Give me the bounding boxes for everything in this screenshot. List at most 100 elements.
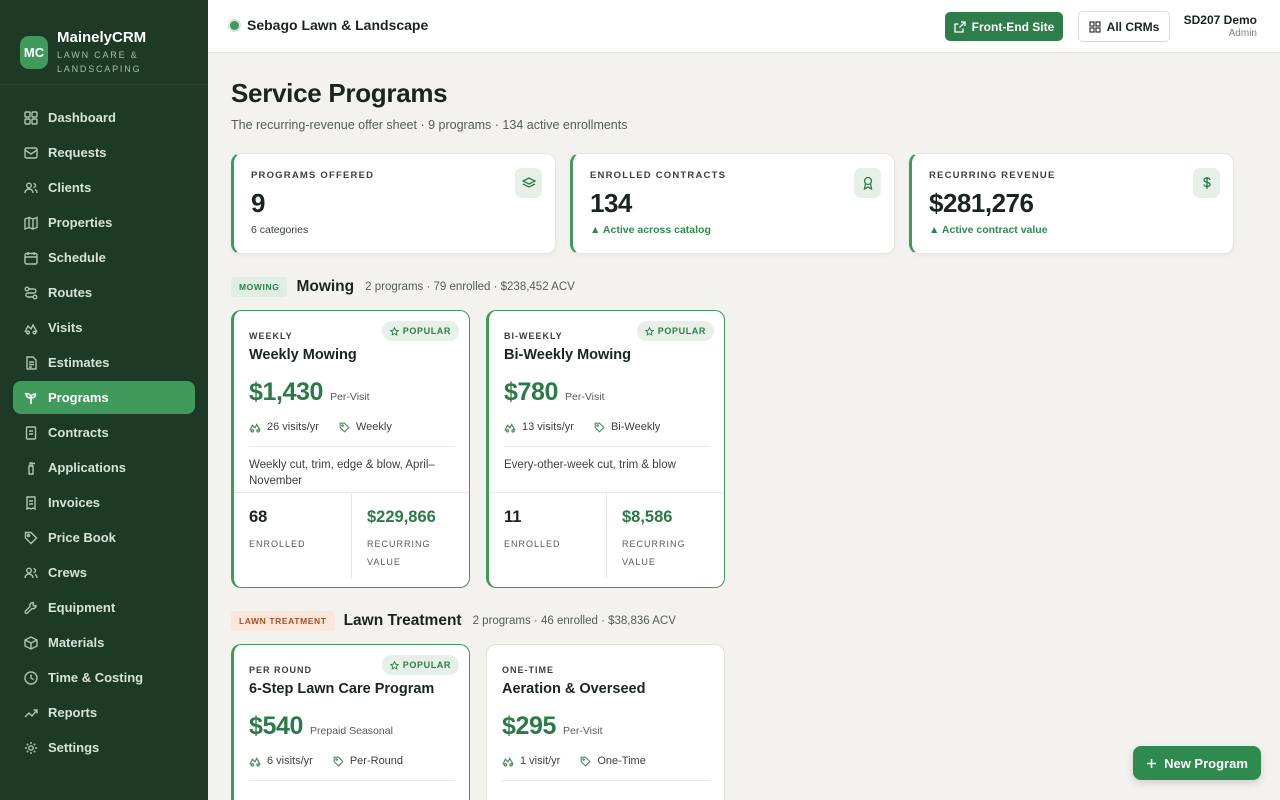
sidebar-item-schedule[interactable]: Schedule (13, 241, 195, 274)
sidebar-item-visits[interactable]: Visits (13, 311, 195, 344)
popular-badge: POPULAR (636, 321, 714, 341)
truck-icon (23, 320, 39, 336)
brand[interactable]: MC MainelyCRM LAWN CARE & LANDSCAPING (0, 0, 208, 85)
page-header: Service Programs The recurring-revenue o… (231, 78, 627, 132)
card-price-unit: Per-Visit (330, 391, 370, 403)
sidebar-item-dashboard[interactable]: Dashboard (13, 101, 195, 134)
new-program-button[interactable]: New Program (1133, 746, 1261, 780)
clock-icon (23, 670, 39, 686)
tag-icon (594, 422, 605, 433)
topbar: Sebago Lawn & Landscape Front-End Site A… (208, 0, 1280, 53)
sidebar-item-crews[interactable]: Crews (13, 556, 195, 589)
section-header-lawn-treatment: LAWN TREATMENT Lawn Treatment 2 programs… (231, 611, 676, 631)
sidebar-item-equipment[interactable]: Equipment (13, 591, 195, 624)
sidebar-item-estimates[interactable]: Estimates (13, 346, 195, 379)
recurring-value-label: RECURRING VALUE (622, 539, 686, 567)
enrolled-count: 68 (249, 508, 268, 526)
stat-note: ▲ Active contract value (929, 224, 1048, 236)
frequency-meta: One-Time (580, 755, 646, 767)
plus-icon (1147, 758, 1157, 768)
sidebar-item-properties[interactable]: Properties (13, 206, 195, 239)
sprayer-icon (23, 460, 39, 476)
category-tag: LAWN TREATMENT (231, 611, 335, 631)
card-price: $1,430 (249, 378, 324, 406)
program-card-6-step-lawn-care[interactable]: POPULAR PER ROUND 6-Step Lawn Care Progr… (231, 644, 470, 800)
recurring-value: $8,586 (622, 508, 673, 526)
tag-icon (23, 530, 39, 546)
stat-label: ENROLLED CONTRACTS (590, 170, 727, 181)
section-meta: 2 programs · 46 enrolled · $38,836 ACV (472, 615, 676, 627)
sidebar-item-label: Routes (48, 285, 93, 300)
sidebar-item-price-book[interactable]: Price Book (13, 521, 195, 554)
sidebar-item-invoices[interactable]: Invoices (13, 486, 195, 519)
sidebar-item-programs[interactable]: Programs (13, 381, 195, 414)
map-icon (23, 215, 39, 231)
sidebar-item-label: Crews (48, 565, 88, 580)
all-crms-button[interactable]: All CRMs (1078, 11, 1170, 42)
stat-value: 134 (590, 188, 632, 218)
sidebar-item-clients[interactable]: Clients (13, 171, 195, 204)
popular-badge: POPULAR (381, 321, 459, 341)
card-title: Bi-Weekly Mowing (504, 347, 632, 363)
sidebar-item-label: Invoices (48, 495, 101, 510)
document-icon (23, 355, 39, 371)
front-end-site-button[interactable]: Front-End Site (945, 12, 1063, 41)
sidebar-item-applications[interactable]: Applications (13, 451, 195, 484)
frequency-meta: Bi-Weekly (594, 421, 660, 433)
recurring-value: $229,866 (367, 508, 436, 526)
recurring-value-label: RECURRING VALUE (367, 539, 431, 567)
sidebar-item-label: Materials (48, 635, 105, 650)
popular-badge: POPULAR (381, 655, 459, 675)
user-menu[interactable]: SD207 Demo Admin (1184, 13, 1257, 39)
stat-value: 9 (251, 188, 265, 218)
sidebar-item-materials[interactable]: Materials (13, 626, 195, 659)
sidebar-item-contracts[interactable]: Contracts (13, 416, 195, 449)
inbox-icon (23, 145, 39, 161)
brand-name: MainelyCRM (57, 28, 147, 46)
sidebar-item-routes[interactable]: Routes (13, 276, 195, 309)
truck-icon (502, 757, 514, 767)
sidebar-item-label: Visits (48, 320, 83, 335)
program-card-weekly-mowing[interactable]: POPULAR WEEKLY Weekly Mowing $1,430 Per-… (231, 310, 470, 588)
section-meta: 2 programs · 79 enrolled · $238,452 ACV (365, 281, 575, 293)
sidebar-item-settings[interactable]: Settings (13, 731, 195, 764)
card-price-unit: Per-Visit (565, 391, 605, 403)
enrolled-label: ENROLLED (504, 539, 561, 549)
dollar-icon (1193, 168, 1220, 198)
card-kicker: ONE-TIME (502, 665, 554, 675)
card-price-unit: Prepaid Seasonal (310, 725, 393, 737)
card-price: $540 (249, 712, 304, 740)
box-icon (23, 635, 39, 651)
route-icon (23, 285, 39, 301)
tag-icon (580, 756, 591, 767)
stats-row: PROGRAMS OFFERED 9 6 categories ENROLLED… (231, 153, 1234, 254)
truck-icon (249, 757, 261, 767)
gear-icon (23, 740, 39, 756)
star-icon (389, 326, 399, 336)
program-card-aeration-overseed[interactable]: ONE-TIME Aeration & Overseed $295 Per-Vi… (486, 644, 725, 800)
sidebar-item-label: Equipment (48, 600, 116, 615)
wrench-icon (23, 600, 39, 616)
sidebar-item-time-costing[interactable]: Time & Costing (13, 661, 195, 694)
card-price: $780 (504, 378, 559, 406)
sidebar-item-reports[interactable]: Reports (13, 696, 195, 729)
user-role: Admin (1228, 28, 1257, 39)
crew-icon (23, 565, 39, 581)
frequency-meta: Per-Round (333, 755, 403, 767)
card-title: 6-Step Lawn Care Program (249, 681, 435, 697)
card-description: Every-other-week cut, trim & blow (504, 459, 676, 471)
stat-value: $281,276 (929, 188, 1034, 218)
tag-icon (333, 756, 344, 767)
sidebar-item-requests[interactable]: Requests (13, 136, 195, 169)
sidebar-item-label: Reports (48, 705, 98, 720)
sidebar-item-label: Programs (48, 390, 109, 405)
card-title: Weekly Mowing (249, 347, 357, 363)
stat-label: RECURRING REVENUE (929, 170, 1056, 181)
all-crms-label: All CRMs (1106, 19, 1160, 34)
calendar-icon (23, 250, 39, 266)
program-card-bi-weekly-mowing[interactable]: POPULAR BI-WEEKLY Bi-Weekly Mowing $780 … (486, 310, 725, 588)
sidebar-item-label: Time & Costing (48, 670, 144, 685)
layers-icon (515, 168, 542, 198)
contract-icon (23, 425, 39, 441)
invoice-icon (23, 495, 39, 511)
